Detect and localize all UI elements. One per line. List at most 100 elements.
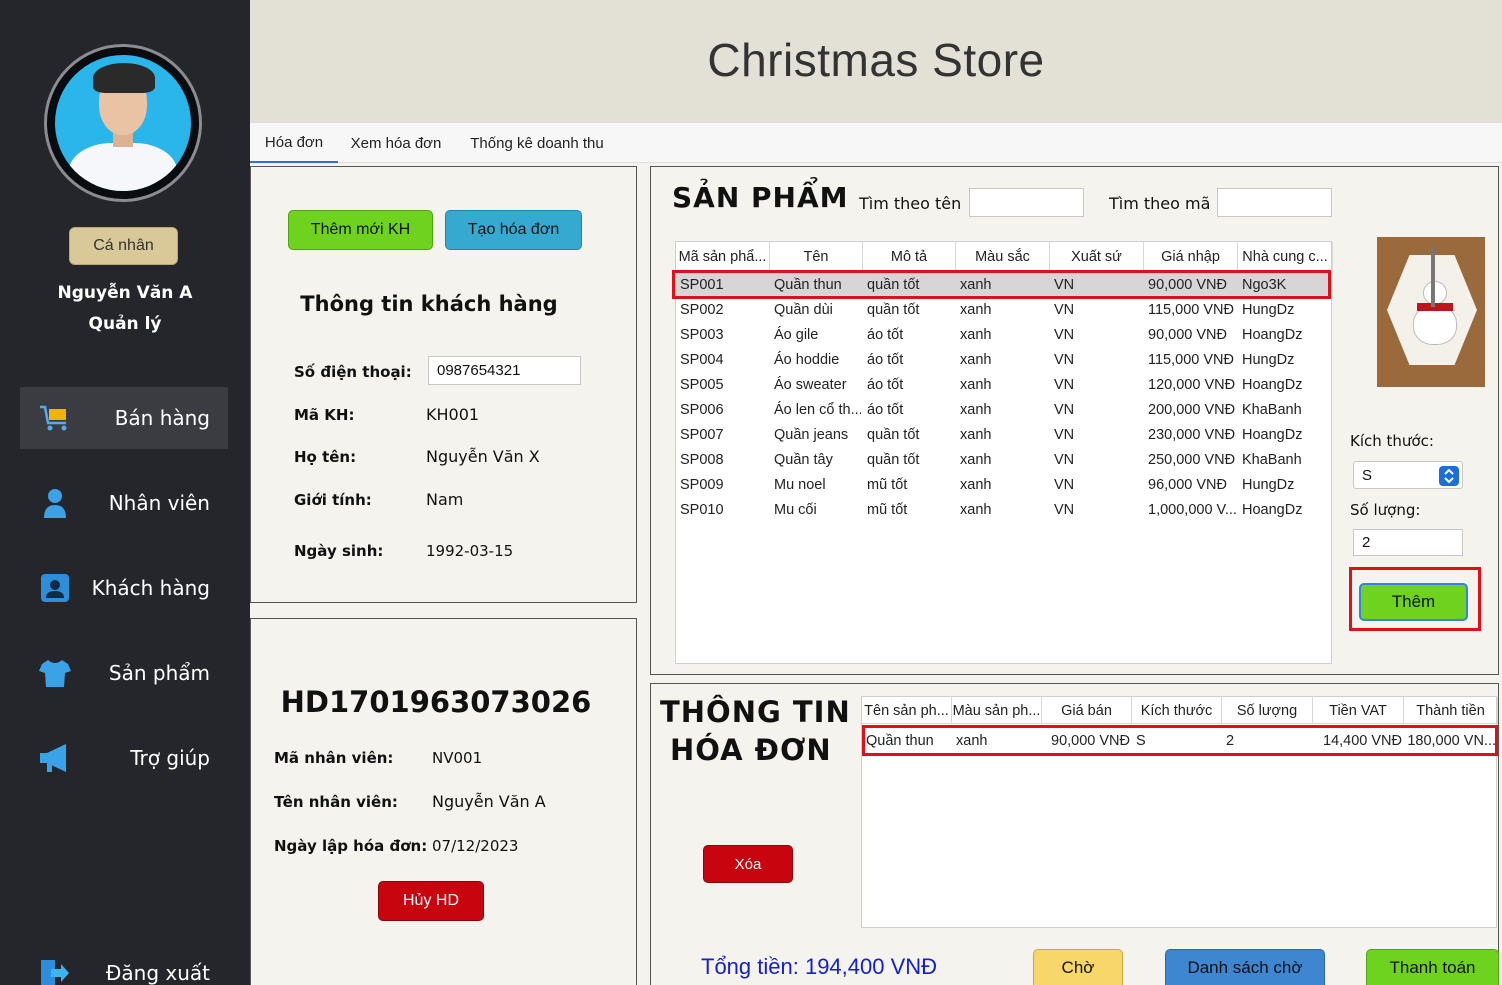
product-column-header[interactable]: Giá nhập — [1144, 242, 1238, 271]
product-table-cell: SP007 — [680, 426, 724, 443]
product-table-cell: HoangDz — [1242, 326, 1303, 343]
sidebar-item-khach-hang[interactable]: Khách hàng — [20, 557, 228, 619]
person-icon — [38, 486, 72, 520]
product-table-cell: VN — [1054, 376, 1075, 393]
invoice-column-header[interactable]: Kích thước — [1132, 697, 1222, 724]
logout-button[interactable]: Đăng xuất — [20, 942, 228, 985]
wait-list-button[interactable]: Danh sách chờ — [1165, 949, 1325, 985]
tab-xem-hoa-don[interactable]: Xem hóa đơn — [338, 123, 454, 163]
sidebar-item-san-pham[interactable]: Sản phẩm — [20, 642, 228, 704]
product-table-cell: VN — [1054, 451, 1075, 468]
phone-input[interactable]: 0987654321 — [428, 356, 581, 385]
product-table-cell: VN — [1054, 326, 1075, 343]
product-table-header: Mã sản phẩ... Tên Mô tả Màu sắc Xuất sứ Giá n… — [676, 242, 1333, 271]
product-table-cell: SP009 — [680, 476, 724, 493]
megaphone-icon — [38, 741, 72, 775]
sidebar-item-ban-hang[interactable]: Bán hàng — [20, 387, 228, 449]
add-customer-button[interactable]: Thêm mới KH — [288, 210, 433, 250]
invoice-table-header: Tên sản ph... Màu sản ph... Giá bán Kích th… — [862, 697, 1498, 724]
product-table-cell: xanh — [960, 351, 992, 368]
product-table-cell: HungDz — [1242, 351, 1295, 368]
product-table-row[interactable]: SP005 Áo sweater áo tốt xanh VN 120,000 VNĐ Ho… — [676, 372, 1331, 397]
product-column-header[interactable]: Mô tả — [863, 242, 956, 271]
page-title: Christmas Store — [707, 34, 1045, 86]
product-table-cell: quần tốt — [867, 426, 920, 443]
product-table-cell: 115,000 VNĐ — [1148, 351, 1234, 368]
search-name-input[interactable] — [969, 188, 1084, 217]
product-table-row[interactable]: SP002 Quần dùi quần tốt xanh VN 115,000 VNĐ Hu… — [676, 297, 1331, 322]
invoice-column-header[interactable]: Thành tiền — [1404, 697, 1498, 724]
invoice-column-header[interactable]: Màu sản ph... — [952, 697, 1042, 724]
dob-label: Ngày sinh: — [294, 542, 384, 560]
product-table-cell: quần tốt — [867, 301, 920, 318]
products-title: SẢN PHẨM — [672, 181, 849, 214]
product-table-row[interactable]: SP010 Mu cối mũ tốt xanh VN 1,000,000 V... Hoa… — [676, 497, 1331, 522]
product-table-cell: xanh — [960, 326, 992, 343]
product-table-row[interactable]: SP007 Quần jeans quần tốt xanh VN 230,000 VNĐ… — [676, 422, 1331, 447]
product-table-cell: KhaBanh — [1242, 401, 1302, 418]
product-table-row[interactable]: SP004 Áo hoddie áo tốt xanh VN 115,000 VNĐ Hun… — [676, 347, 1331, 372]
product-table-row[interactable]: SP003 Áo gile áo tốt xanh VN 90,000 VNĐ HoangD… — [676, 322, 1331, 347]
add-to-invoice-button[interactable]: Thêm — [1359, 583, 1468, 621]
product-table-cell: SP003 — [680, 326, 724, 343]
staff-name-value: Nguyễn Văn A — [432, 792, 546, 811]
product-table-cell: HoangDz — [1242, 376, 1303, 393]
sidebar-item-label: Nhân viên — [108, 491, 210, 515]
wait-button[interactable]: Chờ — [1033, 949, 1123, 985]
invoice-column-header[interactable]: Tên sản ph... — [862, 697, 952, 724]
product-table-cell: 120,000 VNĐ — [1148, 376, 1236, 393]
product-column-header[interactable]: Xuất sứ — [1050, 242, 1144, 271]
product-table-cell: Áo sweater — [774, 376, 847, 393]
product-table-cell: 230,000 VNĐ — [1148, 426, 1236, 443]
product-table-cell: xanh — [960, 501, 992, 518]
product-table-cell: HoangDz — [1242, 426, 1303, 443]
invoice-title-line1: THÔNG TIN — [660, 695, 851, 729]
product-table-cell: Quần jeans — [774, 426, 849, 443]
product-table-cell: VN — [1054, 401, 1075, 418]
product-column-header[interactable]: Nhà cung c... — [1238, 242, 1333, 271]
product-table-cell: SP005 — [680, 376, 724, 393]
size-select[interactable]: S — [1353, 461, 1463, 489]
product-table-cell: xanh — [960, 301, 992, 318]
product-table-row[interactable]: SP009 Mu noel mũ tốt xanh VN 96,000 VNĐ HungDz — [676, 472, 1331, 497]
product-table-cell: VN — [1054, 301, 1075, 318]
header: Christmas Store — [250, 0, 1502, 123]
product-table-row[interactable]: SP006 Áo len cổ th... áo tốt xanh VN 200,000 … — [676, 397, 1331, 422]
create-invoice-button[interactable]: Tạo hóa đơn — [445, 210, 582, 250]
staff-id-value: NV001 — [432, 749, 483, 767]
product-column-header[interactable]: Màu sắc — [956, 242, 1050, 271]
tab-thong-ke-doanh-thu[interactable]: Thống kê doanh thu — [454, 123, 620, 163]
product-table-cell: áo tốt — [867, 326, 904, 343]
tab-bar: Hóa đơn Xem hóa đơn Thống kê doanh thu — [250, 123, 1502, 163]
phone-label: Số điện thoại: — [294, 363, 412, 381]
logout-label: Đăng xuất — [105, 961, 210, 985]
invoice-column-header[interactable]: Số lượng — [1222, 697, 1313, 724]
product-table-row[interactable]: SP008 Quần tây quần tốt xanh VN 250,000 VNĐ Kh… — [676, 447, 1331, 472]
invoice-column-header[interactable]: Giá bán — [1042, 697, 1132, 724]
product-table-cell: SP010 — [680, 501, 724, 518]
sidebar-item-label: Khách hàng — [91, 576, 210, 600]
invoice-title-line2: HÓA ĐƠN — [670, 733, 832, 767]
invoice-column-header[interactable]: Tiền VAT — [1313, 697, 1404, 724]
product-table-cell: Quần dùi — [774, 301, 833, 318]
invoice-info-panel: HD1701963073026 Mã nhân viên: NV001 Tên … — [250, 618, 637, 985]
quantity-input[interactable]: 2 — [1353, 529, 1463, 556]
product-column-header[interactable]: Tên — [770, 242, 863, 271]
tab-hoa-don[interactable]: Hóa đơn — [250, 123, 338, 163]
selected-row-highlight — [672, 270, 1331, 299]
profile-button[interactable]: Cá nhân — [69, 227, 178, 265]
product-table-cell: VN — [1054, 426, 1075, 443]
product-table-cell: 90,000 VNĐ — [1148, 326, 1227, 343]
search-code-input[interactable] — [1217, 188, 1332, 217]
pay-button[interactable]: Thanh toán — [1366, 949, 1499, 985]
sidebar-item-tro-giup[interactable]: Trợ giúp — [20, 727, 228, 789]
logout-icon — [38, 956, 72, 985]
invoice-row-highlight — [862, 725, 1498, 756]
product-column-header[interactable]: Mã sản phẩ... — [676, 242, 770, 271]
product-table-cell: VN — [1054, 501, 1075, 518]
delete-item-button[interactable]: Xóa — [703, 845, 793, 883]
sidebar-item-label: Bán hàng — [114, 406, 210, 430]
cancel-invoice-button[interactable]: Hủy HD — [378, 881, 484, 921]
product-table-cell: 115,000 VNĐ — [1148, 301, 1234, 318]
sidebar-item-nhan-vien[interactable]: Nhân viên — [20, 472, 228, 534]
